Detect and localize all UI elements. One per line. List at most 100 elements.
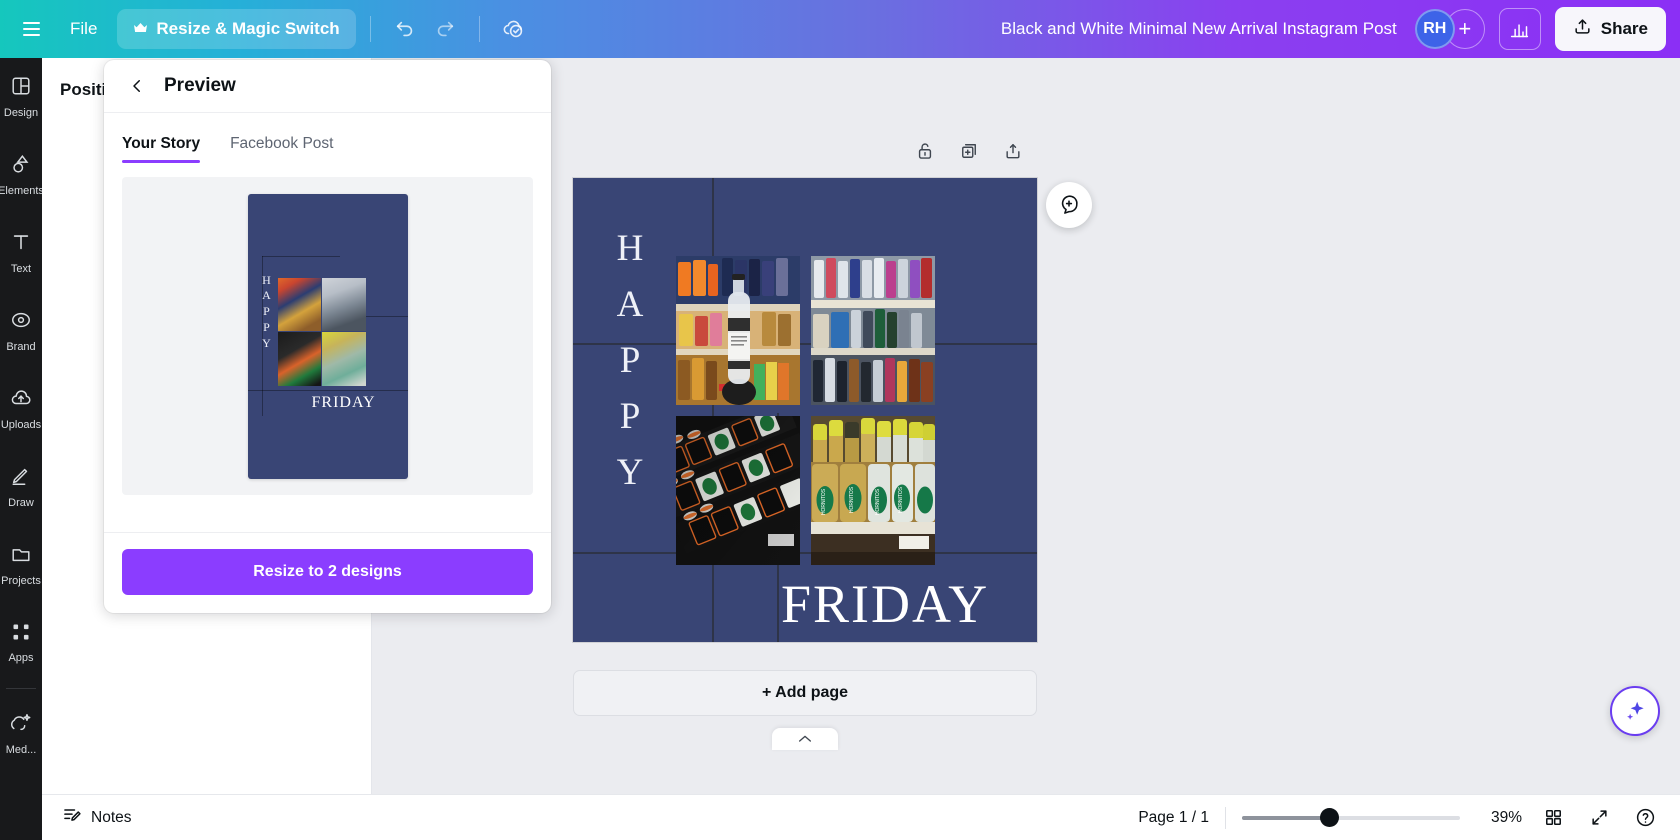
share-upload-icon [1573, 17, 1592, 41]
happy-letters[interactable]: H A P P Y [607, 230, 653, 491]
tab-facebook-post[interactable]: Facebook Post [230, 135, 333, 163]
canva-editor: File Resize & Magic Switch Black and Whi… [0, 0, 1680, 840]
design-page[interactable]: H A P P Y HORNITOS HORNITOS HORNITOS HOR… [573, 178, 1037, 642]
svg-text:HORNITOS: HORNITOS [849, 486, 855, 513]
page-toolbar [912, 138, 1026, 164]
fullscreen-expand-icon[interactable] [1584, 803, 1614, 833]
thumb-guide-h1 [261, 255, 340, 257]
toolbar-divider-1 [369, 16, 371, 42]
thumb-happy-letters: H A P P Y [262, 272, 271, 350]
comment-add-icon[interactable] [1046, 182, 1092, 228]
notes-button[interactable]: Notes [62, 805, 132, 830]
tab-your-story[interactable]: Your Story [122, 135, 201, 163]
document-title[interactable]: Black and White Minimal New Arrival Inst… [1001, 19, 1415, 39]
bar-chart-icon[interactable] [1498, 8, 1541, 50]
resize-to-designs-button[interactable]: Resize to 2 designs [122, 549, 533, 595]
top-bar: File Resize & Magic Switch Black and Whi… [0, 0, 1680, 58]
help-question-icon[interactable] [1630, 803, 1660, 833]
sidebar-label: Med... [5, 744, 37, 756]
sidebar-label: Uploads [0, 419, 42, 431]
story-thumbnail[interactable]: H A P P Y FRIDAY [247, 193, 408, 479]
preview-panel-body: H A P P Y FRIDAY [104, 163, 551, 532]
preview-panel-header: Preview [104, 60, 551, 113]
page-counter: Page 1 / 1 [1138, 808, 1209, 826]
photo-grid: HORNITOS HORNITOS HORNITOS HORNITOS [676, 256, 935, 569]
sidebar-label: Elements [0, 185, 42, 197]
undo-icon[interactable] [385, 9, 425, 49]
canvas-area[interactable]: H A P P Y HORNITOS HORNITOS HORNITOS HOR… [372, 58, 1680, 794]
sidebar-item-uploads[interactable]: Uploads [0, 370, 42, 448]
svg-text:HORNITOS: HORNITOS [821, 488, 827, 515]
notes-label: Notes [91, 808, 132, 826]
left-rail: Design Elements Text Brand Uploads Draw … [0, 58, 42, 840]
duplicate-page-icon[interactable] [956, 138, 982, 164]
zoom-percentage[interactable]: 39% [1476, 809, 1522, 827]
sidebar-item-draw[interactable]: Draw [0, 448, 42, 526]
sidebar-item-magic-media[interactable]: Med... [0, 695, 42, 773]
thumb-photo-1 [277, 277, 321, 331]
letter-p1: P [619, 340, 641, 381]
zoom-slider-fill [1242, 815, 1328, 820]
sidebar-item-projects[interactable]: Projects [0, 526, 42, 604]
sidebar-label: Apps [8, 652, 34, 664]
magic-sparkle-icon[interactable] [1610, 686, 1660, 736]
magic-media-icon [10, 712, 32, 739]
thumb-photo-3 [277, 332, 321, 386]
sidebar-label: Design [3, 107, 39, 119]
design-page-wrapper: H A P P Y HORNITOS HORNITOS HORNITOS HOR… [573, 178, 1037, 642]
preview-tabs: Your Story Facebook Post [104, 113, 551, 163]
letter-p2: P [619, 396, 641, 437]
chevron-left-icon[interactable] [124, 73, 150, 99]
apps-grid-icon [11, 622, 31, 647]
preview-panel-footer: Resize to 2 designs [104, 532, 551, 613]
thumb-friday-text: FRIDAY [311, 393, 376, 411]
draw-pen-icon [10, 465, 32, 492]
preview-panel: Preview Your Story Facebook Post H A P P [104, 60, 551, 613]
redo-icon[interactable] [425, 9, 465, 49]
zoom-slider-thumb[interactable] [1320, 808, 1340, 827]
zoom-slider[interactable] [1242, 808, 1460, 828]
photo-liquor-shelf-bottle-in-hand[interactable] [676, 256, 800, 405]
toolbar-divider-2 [478, 16, 480, 42]
grid-view-icon[interactable] [1538, 803, 1568, 833]
sidebar-item-design[interactable]: Design [0, 58, 42, 136]
photo-vodka-shelf-rows[interactable] [811, 256, 935, 405]
shapes-elements-icon [10, 153, 32, 180]
share-button[interactable]: Share [1554, 7, 1666, 51]
sidebar-item-text[interactable]: Text [0, 214, 42, 292]
file-menu-button[interactable]: File [54, 11, 113, 47]
svg-text:HORNITOS: HORNITOS [875, 488, 881, 515]
letter-y: Y [616, 452, 644, 493]
bottom-divider [1225, 806, 1226, 829]
sidebar-item-brand[interactable]: Brand [0, 292, 42, 370]
sidebar-item-apps[interactable]: Apps [0, 604, 42, 682]
photo-hornitos-tequila-shelf[interactable]: HORNITOS HORNITOS HORNITOS HORNITOS [811, 416, 935, 565]
bottom-bar: Notes Page 1 / 1 39% [42, 794, 1680, 840]
hamburger-icon[interactable] [14, 12, 48, 46]
uploads-cloud-icon [10, 387, 32, 414]
sidebar-item-elements[interactable]: Elements [0, 136, 42, 214]
cloud-check-icon[interactable] [494, 9, 534, 49]
bottom-bar-right: Page 1 / 1 39% [1138, 803, 1660, 833]
text-t-icon [10, 231, 32, 258]
sidebar-label: Text [10, 263, 32, 275]
export-page-icon[interactable] [1000, 138, 1026, 164]
resize-magic-switch-label: Resize & Magic Switch [156, 19, 340, 38]
add-page-button[interactable]: + Add page [573, 670, 1037, 716]
brand-stamp-icon [10, 309, 32, 336]
thumb-photo-2 [322, 277, 366, 331]
preview-thumbnail-stage: H A P P Y FRIDAY [122, 177, 533, 495]
thumb-photo-grid [277, 277, 366, 386]
sidebar-label: Draw [8, 497, 34, 509]
resize-magic-switch-button[interactable]: Resize & Magic Switch [117, 9, 356, 49]
thumb-photo-4 [322, 332, 366, 386]
avatar[interactable]: RH [1414, 9, 1455, 49]
notes-pencil-icon [62, 805, 82, 830]
preview-panel-title: Preview [164, 75, 236, 96]
friday-text[interactable]: FRIDAY [781, 577, 989, 631]
chevron-up-icon[interactable] [772, 728, 838, 750]
lock-open-icon[interactable] [912, 138, 938, 164]
svg-text:HORNITOS: HORNITOS [898, 486, 904, 513]
photo-jagermeister-bottles-display[interactable] [676, 416, 800, 565]
design-layout-icon [10, 75, 32, 102]
